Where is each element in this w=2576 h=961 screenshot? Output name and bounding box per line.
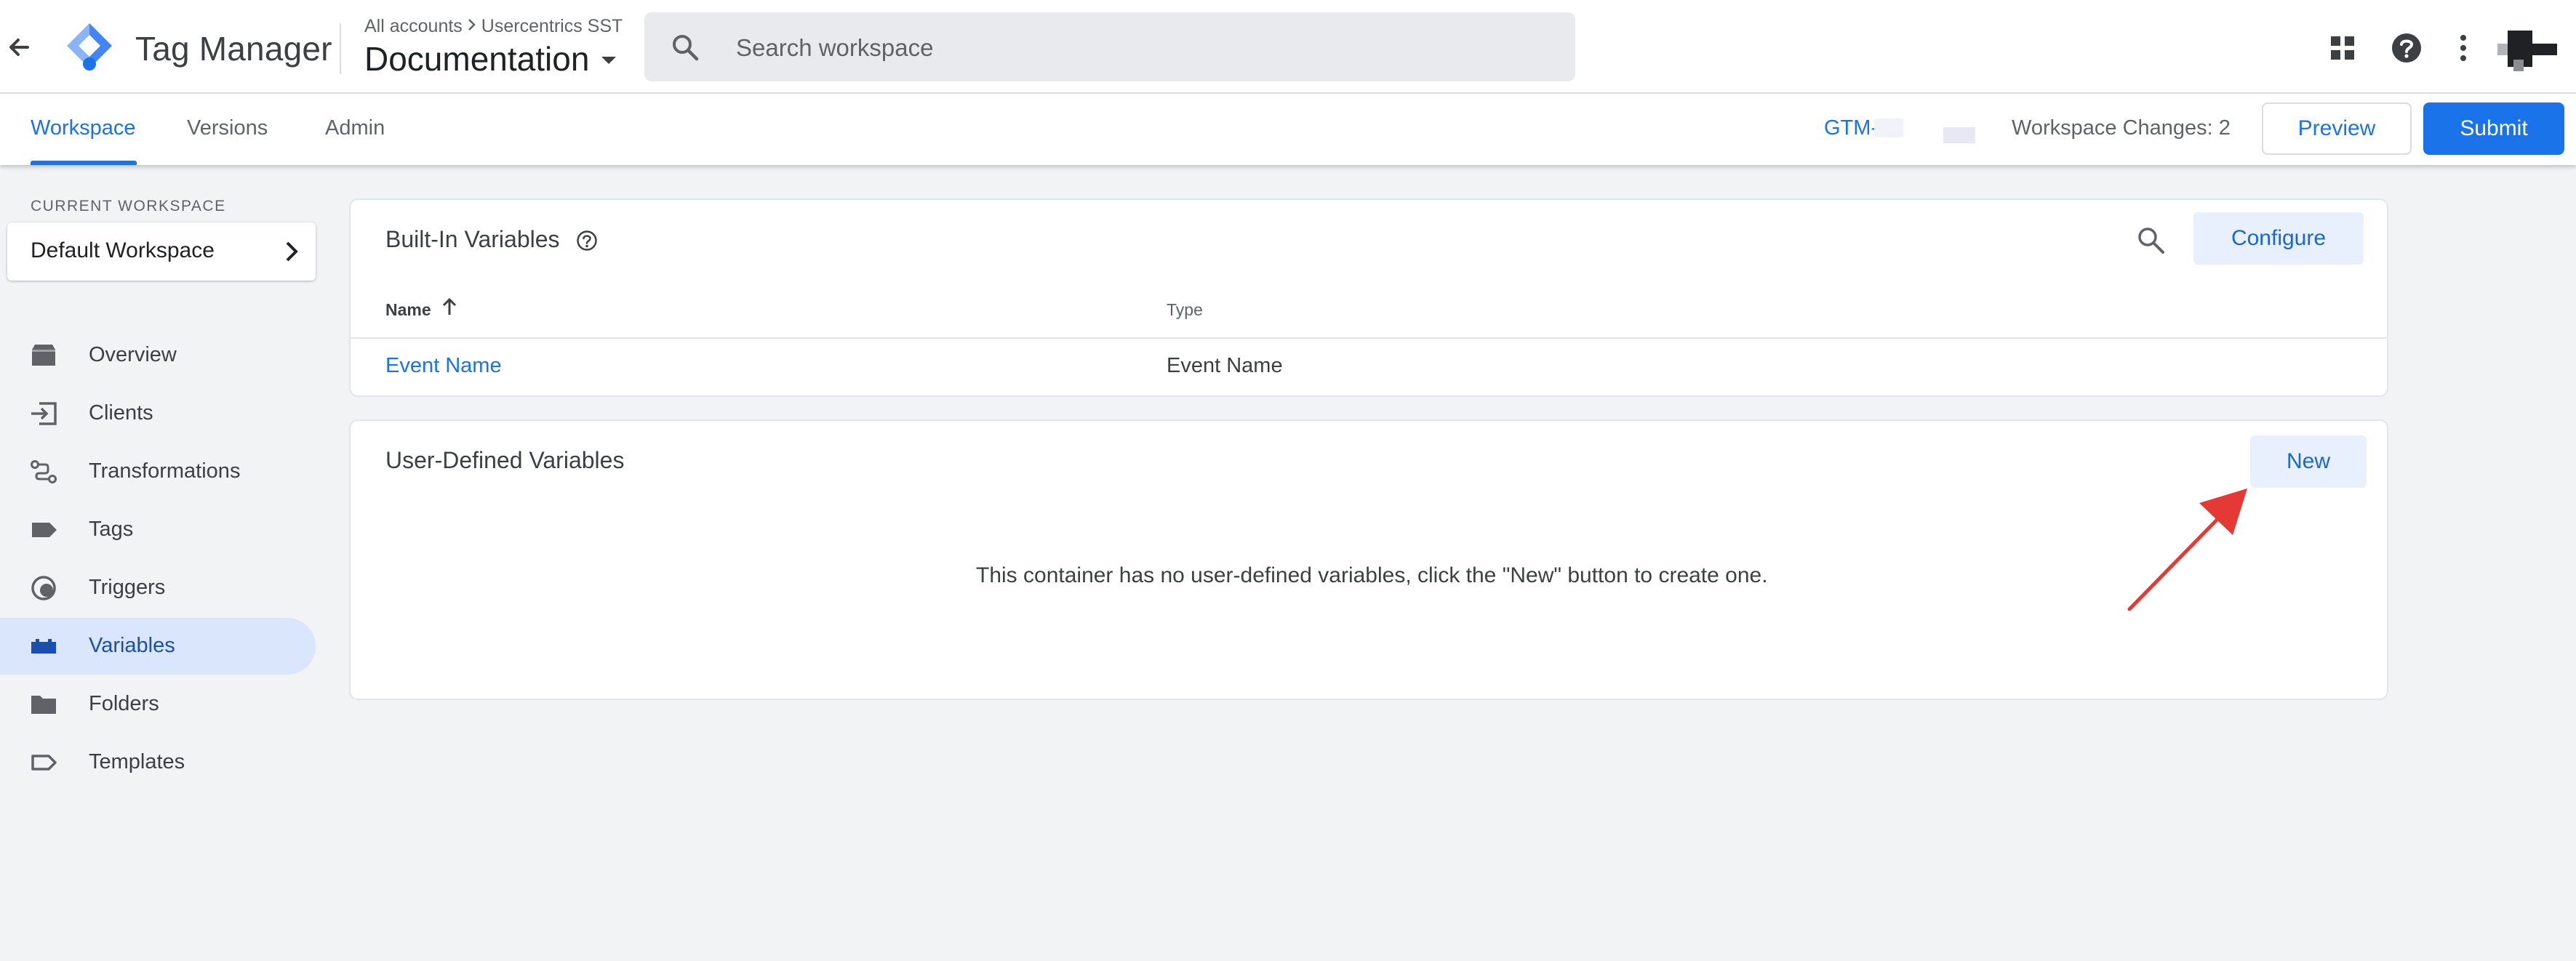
account-avatar[interactable] — [2497, 26, 2557, 71]
sidebar-item-label: Templates — [89, 750, 185, 773]
builtin-variables-title: Built-In Variables — [385, 226, 560, 252]
title-divider — [340, 23, 341, 74]
chevron-right-icon — [467, 16, 477, 37]
sidebar-item-label: Transformations — [89, 459, 241, 483]
chevron-right-icon — [284, 240, 300, 263]
container-selector[interactable]: Documentation — [364, 39, 589, 79]
templates-icon — [29, 749, 58, 776]
annotation-arrow — [2124, 486, 2252, 615]
tab-versions[interactable]: Versions — [187, 116, 268, 140]
workspace-selector[interactable]: Default Workspace — [7, 222, 316, 281]
builtin-variable-type: Event Name — [1167, 354, 1283, 377]
sidebar-item-label: Triggers — [89, 576, 166, 599]
help-icon[interactable] — [2391, 32, 2423, 64]
sidebar-item-label: Clients — [89, 401, 153, 425]
workspace-name: Default Workspace — [31, 238, 215, 262]
search-icon[interactable] — [2135, 225, 2167, 257]
tab-admin[interactable]: Admin — [325, 116, 385, 140]
table-divider — [351, 337, 2387, 339]
apps-grid-icon[interactable] — [2329, 35, 2356, 61]
submit-button[interactable]: Submit — [2423, 102, 2564, 155]
builtin-variable-name-link[interactable]: Event Name — [385, 354, 502, 378]
column-header-name[interactable]: Name — [385, 300, 431, 320]
configure-button[interactable]: Configure — [2193, 212, 2364, 265]
sidebar-item-templates[interactable]: Templates — [0, 734, 316, 791]
active-tab-indicator — [31, 161, 137, 165]
tag-manager-logo[interactable] — [64, 20, 115, 74]
app-name: Tag Manager — [135, 30, 332, 68]
folder-icon — [29, 691, 58, 717]
new-variable-button[interactable]: New — [2250, 435, 2367, 488]
workspace-nav-bar: Workspace Versions Admin GTM- Workspace … — [0, 94, 2576, 165]
search-input[interactable]: Search workspace — [736, 34, 933, 62]
current-workspace-label: CURRENT WORKSPACE — [31, 198, 226, 214]
workspace-changes-count: Workspace Changes: 2 — [2012, 116, 2231, 140]
sidebar-item-clients[interactable]: Clients — [0, 385, 316, 442]
sidebar-item-variables[interactable]: Variables — [0, 618, 316, 675]
tag-icon — [29, 517, 58, 543]
container-id-link[interactable]: GTM- — [1824, 116, 1878, 140]
empty-state-message: This container has no user-defined varia… — [976, 563, 1768, 587]
top-app-bar: Tag Manager All accounts Usercentrics SST… — [0, 0, 2576, 94]
more-vert-icon[interactable] — [2458, 33, 2468, 63]
sidebar-item-triggers[interactable]: Triggers — [0, 560, 316, 616]
breadcrumb-account[interactable]: Usercentrics SST — [481, 16, 623, 36]
column-header-type: Type — [1167, 300, 1203, 319]
sidebar-item-tags[interactable]: Tags — [0, 502, 316, 558]
sort-ascending-icon[interactable] — [441, 297, 458, 316]
back-arrow-icon[interactable] — [6, 33, 32, 61]
variables-icon — [29, 633, 58, 659]
clients-icon — [29, 401, 58, 427]
sidebar-item-overview[interactable]: Overview — [0, 327, 316, 384]
redacted-id — [1943, 127, 1975, 143]
user-defined-variables-card: User-Defined Variables New This containe… — [349, 419, 2388, 700]
caret-down-icon[interactable] — [601, 55, 617, 65]
tab-workspace[interactable]: Workspace — [31, 116, 136, 140]
redacted-id — [1874, 118, 1903, 137]
search-icon — [671, 33, 700, 62]
overview-icon — [29, 342, 58, 369]
triggers-icon — [29, 575, 58, 601]
help-outline-icon[interactable] — [576, 230, 598, 252]
sidebar-item-label: Folders — [89, 692, 159, 715]
sidebar-item-label: Tags — [89, 518, 134, 541]
search-bar[interactable]: Search workspace — [644, 12, 1575, 81]
builtin-variables-card: Built-In Variables Configure Name Type E… — [349, 198, 2388, 397]
breadcrumb-all-accounts[interactable]: All accounts — [364, 16, 463, 36]
sidebar-item-label: Overview — [89, 343, 177, 366]
sidebar-item-folders[interactable]: Folders — [0, 676, 316, 733]
sidebar-item-transformations[interactable]: Transformations — [0, 443, 316, 500]
user-defined-variables-title: User-Defined Variables — [385, 447, 625, 473]
sidebar-item-label: Variables — [89, 634, 175, 657]
transformations-icon — [29, 459, 58, 485]
breadcrumb: All accounts Usercentrics SST — [364, 16, 623, 37]
preview-button[interactable]: Preview — [2262, 102, 2412, 155]
